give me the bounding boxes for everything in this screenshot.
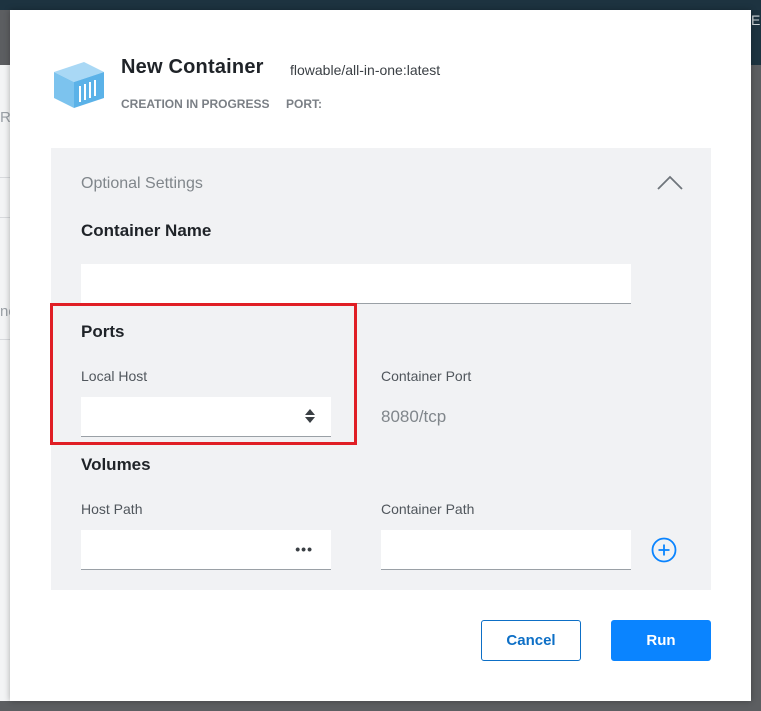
cancel-button[interactable]: Cancel (481, 620, 581, 661)
container-path-input[interactable] (381, 530, 631, 569)
container-port-label: Container Port (381, 368, 472, 384)
background-divider (0, 339, 10, 340)
local-host-field[interactable] (81, 397, 331, 437)
port-label: PORT: (286, 97, 322, 111)
local-host-input[interactable] (81, 397, 331, 436)
chevron-up-icon[interactable] (656, 173, 684, 191)
host-path-field[interactable]: ••• (81, 530, 331, 570)
number-stepper-icon[interactable] (304, 407, 316, 425)
container-icon (54, 62, 104, 108)
background-divider (0, 177, 10, 178)
background-topbar (0, 0, 761, 10)
container-path-field[interactable] (381, 530, 631, 570)
container-port-value: 8080/tcp (381, 407, 447, 426)
container-path-label: Container Path (381, 501, 475, 517)
status-text: CREATION IN PROGRESS (121, 97, 270, 111)
run-button[interactable]: Run (611, 620, 711, 661)
dialog-title: New Container (121, 56, 264, 78)
optional-settings-panel: Optional Settings Container Name Ports L… (51, 148, 711, 590)
background-left-item: ne (0, 303, 10, 320)
plus-circle-icon[interactable] (651, 537, 677, 563)
container-name-input[interactable] (81, 264, 631, 303)
browse-dots-icon[interactable]: ••• (295, 541, 313, 557)
host-path-input[interactable] (81, 530, 331, 569)
background-topbar-text: E (751, 12, 761, 28)
container-name-field[interactable] (81, 264, 631, 304)
volumes-label: Volumes (81, 455, 151, 474)
container-name-label: Container Name (81, 221, 212, 240)
background-left-item: R (0, 109, 10, 126)
background-left-panel: R ne (0, 65, 10, 701)
local-host-label: Local Host (81, 368, 148, 384)
background-topbar-right: E (751, 0, 761, 65)
new-container-dialog: New Container flowable/all-in-one:latest… (10, 10, 751, 701)
optional-settings-title: Optional Settings (81, 175, 203, 192)
background-divider (0, 217, 10, 218)
host-path-label: Host Path (81, 501, 143, 517)
ports-label: Ports (81, 322, 125, 341)
image-name: flowable/all-in-one:latest (290, 62, 441, 78)
